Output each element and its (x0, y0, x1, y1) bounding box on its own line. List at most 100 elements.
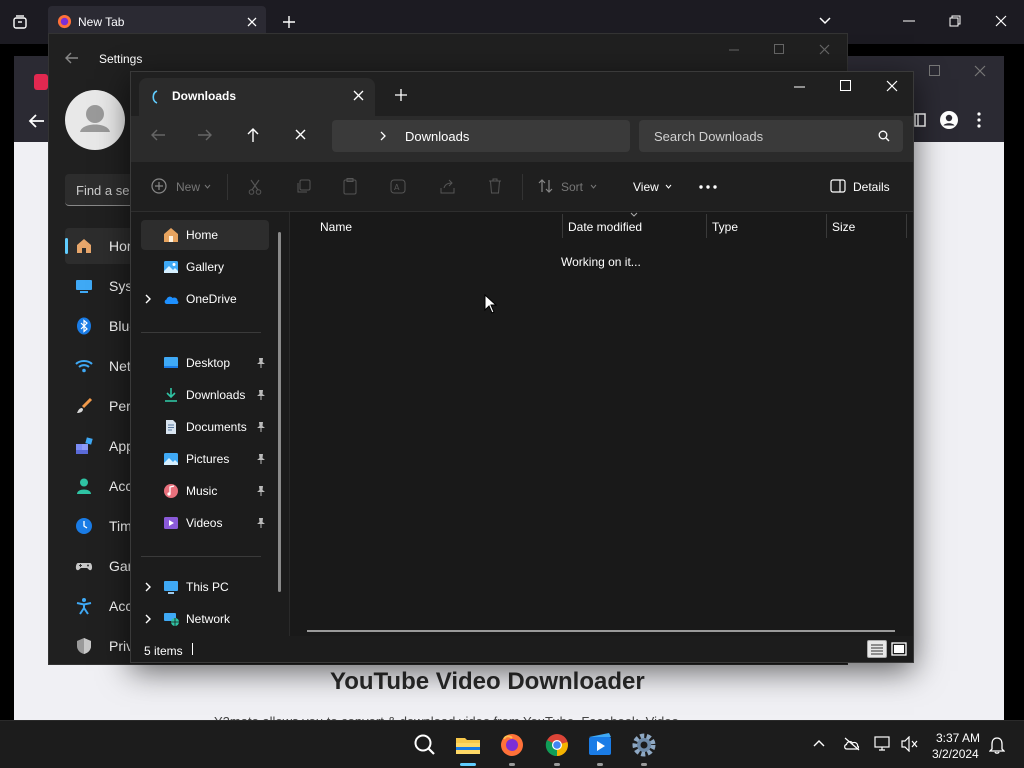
column-divider[interactable] (826, 214, 827, 238)
column-header-name[interactable]: Name (320, 220, 352, 234)
column-divider[interactable] (706, 214, 707, 238)
paste-icon[interactable] (343, 178, 357, 195)
firefox-close-icon[interactable] (995, 15, 1007, 27)
navigation-pane: Home Gallery OneDrive Desktop Downloads … (131, 212, 289, 636)
stop-loading-icon[interactable] (295, 129, 306, 140)
up-arrow-icon[interactable] (246, 127, 260, 143)
nav-item-desktop[interactable]: Desktop (141, 348, 269, 378)
gallery-icon (163, 259, 179, 275)
column-header-type[interactable]: Type (712, 220, 738, 234)
explorer-tab-downloads[interactable]: Downloads (139, 78, 375, 116)
restore-icon[interactable] (929, 65, 940, 76)
forward-arrow-icon[interactable] (197, 128, 213, 142)
nav-item-home[interactable]: Home (141, 220, 269, 250)
pin-icon[interactable] (255, 485, 267, 497)
close-icon[interactable] (886, 80, 898, 92)
details-view-icon[interactable] (867, 640, 887, 658)
avatar[interactable] (65, 90, 125, 150)
expand-chevron-icon[interactable] (143, 614, 153, 624)
breadcrumb-chevron-icon[interactable] (380, 131, 386, 141)
cut-icon[interactable] (248, 179, 262, 195)
nav-item-downloads[interactable]: Downloads (141, 380, 269, 410)
nav-item-gallery[interactable]: Gallery (141, 252, 269, 282)
minimize-icon[interactable] (794, 86, 805, 88)
file-list: Name Date modified Type Size Working on … (289, 212, 913, 636)
firefox-tab-title: New Tab (78, 15, 125, 29)
show-hidden-icons-chevron-icon[interactable] (813, 739, 825, 747)
column-header-size[interactable]: Size (832, 220, 855, 234)
close-icon[interactable] (974, 65, 986, 77)
column-divider[interactable] (562, 214, 563, 238)
back-arrow-icon[interactable] (150, 128, 166, 142)
new-button[interactable]: New (176, 180, 200, 194)
menu-dots-icon[interactable] (976, 112, 982, 128)
pin-icon[interactable] (255, 389, 267, 401)
settings-maximize-icon[interactable] (774, 44, 784, 54)
search-input[interactable]: Search Downloads (639, 120, 903, 152)
nav-item-music[interactable]: Music (141, 476, 269, 506)
desktop-icon (163, 355, 179, 371)
maximize-icon[interactable] (840, 80, 851, 91)
taskbar-firefox-icon[interactable] (496, 729, 528, 761)
copy-icon[interactable] (296, 179, 311, 194)
pin-icon[interactable] (255, 357, 267, 369)
close-tab-icon[interactable] (246, 16, 258, 28)
nav-item-videos[interactable]: Videos (141, 508, 269, 538)
horizontal-scrollbar[interactable] (307, 630, 895, 632)
sort-button[interactable]: Sort (561, 180, 583, 194)
nav-item-network[interactable]: Network (141, 604, 269, 634)
breadcrumb-downloads[interactable]: Downloads (405, 129, 469, 144)
sidebar-toggle-icon[interactable] (914, 113, 926, 127)
firefox-minimize-icon[interactable] (903, 20, 915, 22)
nav-item-documents[interactable]: Documents (141, 412, 269, 442)
expand-chevron-icon[interactable] (143, 582, 153, 592)
tiles-view-icon[interactable] (890, 640, 908, 658)
taskbar-chrome-icon[interactable] (541, 729, 573, 761)
firefox-restore-icon[interactable] (949, 15, 961, 27)
taskbar-media-player-icon[interactable] (584, 729, 616, 761)
new-tab-icon[interactable] (395, 89, 407, 101)
firefox-tab-list-icon[interactable] (12, 14, 28, 30)
settings-back-icon[interactable] (65, 52, 79, 64)
volume-muted-icon[interactable] (901, 736, 919, 752)
running-app-indicator (509, 763, 515, 766)
taskbar-search-icon[interactable] (409, 729, 441, 761)
delete-icon[interactable] (488, 178, 502, 194)
sort-icon[interactable] (538, 178, 554, 194)
back-arrow-icon[interactable] (28, 112, 46, 130)
explorer-tab-title: Downloads (172, 89, 237, 103)
pin-icon[interactable] (255, 421, 267, 433)
settings-minimize-icon[interactable] (729, 49, 739, 51)
tab-overflow-chevron-icon[interactable] (818, 16, 832, 26)
expand-chevron-icon[interactable] (143, 294, 153, 304)
details-pane-icon[interactable] (830, 179, 846, 193)
nav-item-this-pc[interactable]: This PC (141, 572, 269, 602)
new-plus-icon[interactable] (151, 178, 167, 194)
notification-bell-icon[interactable] (989, 736, 1005, 754)
settings-close-icon[interactable] (819, 44, 830, 55)
view-button[interactable]: View (633, 180, 659, 194)
clock-time[interactable]: 3:37 AM (936, 731, 980, 745)
more-options-icon[interactable] (699, 185, 717, 189)
details-button[interactable]: Details (853, 180, 890, 194)
nav-item-onedrive[interactable]: OneDrive (141, 284, 269, 314)
account-icon[interactable] (939, 110, 959, 130)
onedrive-offline-icon[interactable] (843, 737, 861, 751)
downloads-indicator-icon[interactable] (34, 74, 48, 90)
new-tab-icon[interactable] (282, 15, 296, 29)
share-icon[interactable] (440, 179, 455, 194)
rename-icon[interactable]: A (390, 179, 406, 194)
taskbar-file-explorer-icon[interactable] (452, 729, 484, 761)
taskbar-settings-icon[interactable] (628, 729, 660, 761)
close-tab-icon[interactable] (353, 90, 364, 101)
nav-item-pictures[interactable]: Pictures (141, 444, 269, 474)
home-icon (75, 237, 93, 255)
column-divider[interactable] (906, 214, 907, 238)
address-input[interactable]: Downloads (332, 120, 630, 152)
pin-icon[interactable] (255, 517, 267, 529)
nav-scrollbar[interactable] (278, 232, 281, 592)
network-status-icon[interactable] (874, 736, 892, 752)
column-header-date-modified[interactable]: Date modified (568, 220, 642, 234)
pin-icon[interactable] (255, 453, 267, 465)
clock-date[interactable]: 3/2/2024 (932, 747, 979, 761)
